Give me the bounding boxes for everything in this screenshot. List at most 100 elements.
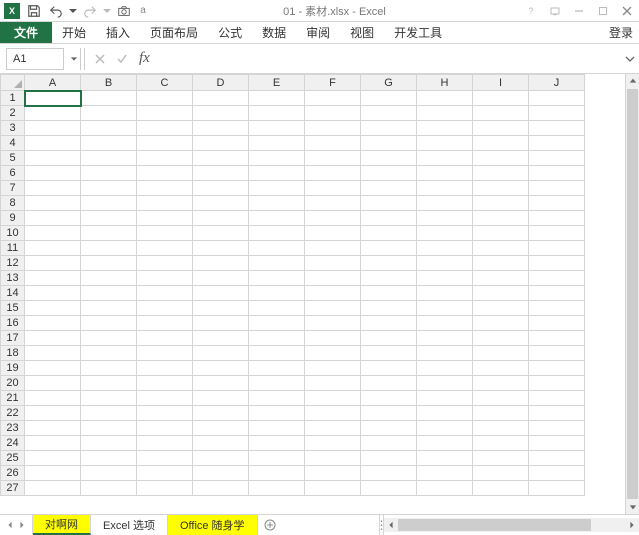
cell[interactable] xyxy=(361,151,417,166)
cell[interactable] xyxy=(137,316,193,331)
cell[interactable] xyxy=(305,481,361,496)
cell[interactable] xyxy=(25,316,81,331)
cell[interactable] xyxy=(361,91,417,106)
cell[interactable] xyxy=(249,451,305,466)
row-header[interactable]: 8 xyxy=(1,196,25,211)
sheet-prev-button[interactable] xyxy=(6,518,14,532)
cell[interactable] xyxy=(81,466,137,481)
cell[interactable] xyxy=(305,151,361,166)
cell[interactable] xyxy=(25,241,81,256)
cell[interactable] xyxy=(473,226,529,241)
cell[interactable] xyxy=(417,391,473,406)
cell[interactable] xyxy=(305,451,361,466)
cell[interactable] xyxy=(81,421,137,436)
cell[interactable] xyxy=(529,241,585,256)
cell[interactable] xyxy=(361,346,417,361)
cell[interactable] xyxy=(529,361,585,376)
cell[interactable] xyxy=(305,226,361,241)
cell[interactable] xyxy=(361,391,417,406)
cell[interactable] xyxy=(473,181,529,196)
sheet-tab[interactable]: Office 随身学 xyxy=(168,515,258,535)
cell[interactable] xyxy=(137,151,193,166)
cell[interactable] xyxy=(417,166,473,181)
cell[interactable] xyxy=(81,151,137,166)
row-header[interactable]: 15 xyxy=(1,301,25,316)
row-header[interactable]: 18 xyxy=(1,346,25,361)
cell[interactable] xyxy=(25,196,81,211)
sheet-tab[interactable]: Excel 选项 xyxy=(91,515,168,535)
cell[interactable] xyxy=(25,391,81,406)
cell[interactable] xyxy=(305,391,361,406)
cell[interactable] xyxy=(81,136,137,151)
cell[interactable] xyxy=(249,166,305,181)
row-header[interactable]: 5 xyxy=(1,151,25,166)
cell[interactable] xyxy=(417,106,473,121)
row-header[interactable]: 10 xyxy=(1,226,25,241)
column-header[interactable]: A xyxy=(25,75,81,91)
close-button[interactable] xyxy=(615,1,639,21)
cell[interactable] xyxy=(25,466,81,481)
cell[interactable] xyxy=(137,136,193,151)
cell[interactable] xyxy=(137,166,193,181)
cell[interactable] xyxy=(81,436,137,451)
cell[interactable] xyxy=(193,346,249,361)
cell[interactable] xyxy=(529,316,585,331)
cell[interactable] xyxy=(193,151,249,166)
cell[interactable] xyxy=(361,211,417,226)
cell[interactable] xyxy=(361,451,417,466)
maximize-button[interactable] xyxy=(591,1,615,21)
cell[interactable] xyxy=(361,301,417,316)
cell[interactable] xyxy=(81,406,137,421)
cell[interactable] xyxy=(473,271,529,286)
cell[interactable] xyxy=(193,121,249,136)
row-header[interactable]: 3 xyxy=(1,121,25,136)
cell[interactable] xyxy=(305,181,361,196)
cell[interactable] xyxy=(529,466,585,481)
row-header[interactable]: 14 xyxy=(1,286,25,301)
cell[interactable] xyxy=(25,361,81,376)
column-header[interactable]: G xyxy=(361,75,417,91)
cell[interactable] xyxy=(81,286,137,301)
cell[interactable] xyxy=(81,331,137,346)
select-all-corner[interactable] xyxy=(1,75,25,91)
cell[interactable] xyxy=(25,481,81,496)
cell[interactable] xyxy=(249,271,305,286)
formula-input[interactable] xyxy=(156,48,621,70)
cell[interactable] xyxy=(417,211,473,226)
cell[interactable] xyxy=(529,181,585,196)
cell[interactable] xyxy=(305,196,361,211)
ribbon-tab-data[interactable]: 数据 xyxy=(252,22,296,43)
help-button[interactable]: ? xyxy=(519,1,543,21)
cell[interactable] xyxy=(81,256,137,271)
name-box-dropdown[interactable] xyxy=(67,48,81,70)
cell[interactable] xyxy=(305,406,361,421)
ribbon-tab-page-layout[interactable]: 页面布局 xyxy=(140,22,208,43)
cell[interactable] xyxy=(361,406,417,421)
cell[interactable] xyxy=(81,196,137,211)
cell[interactable] xyxy=(473,196,529,211)
sheet-tab[interactable]: 对啊网 xyxy=(33,515,91,535)
cell[interactable] xyxy=(193,196,249,211)
cell[interactable] xyxy=(529,301,585,316)
column-header[interactable]: I xyxy=(473,75,529,91)
cell[interactable] xyxy=(305,91,361,106)
cell[interactable] xyxy=(25,256,81,271)
cell[interactable] xyxy=(417,361,473,376)
cell[interactable] xyxy=(25,91,81,106)
cell[interactable] xyxy=(473,106,529,121)
cell[interactable] xyxy=(529,451,585,466)
enter-formula-button[interactable] xyxy=(111,48,133,70)
cell[interactable] xyxy=(81,481,137,496)
cell[interactable] xyxy=(137,211,193,226)
cell[interactable] xyxy=(361,136,417,151)
cell[interactable] xyxy=(81,361,137,376)
cell[interactable] xyxy=(361,481,417,496)
row-header[interactable]: 21 xyxy=(1,391,25,406)
cell[interactable] xyxy=(305,256,361,271)
cell[interactable] xyxy=(137,376,193,391)
new-sheet-button[interactable] xyxy=(258,515,282,535)
cell[interactable] xyxy=(529,121,585,136)
cell[interactable] xyxy=(137,361,193,376)
cell[interactable] xyxy=(193,286,249,301)
cell[interactable] xyxy=(473,361,529,376)
